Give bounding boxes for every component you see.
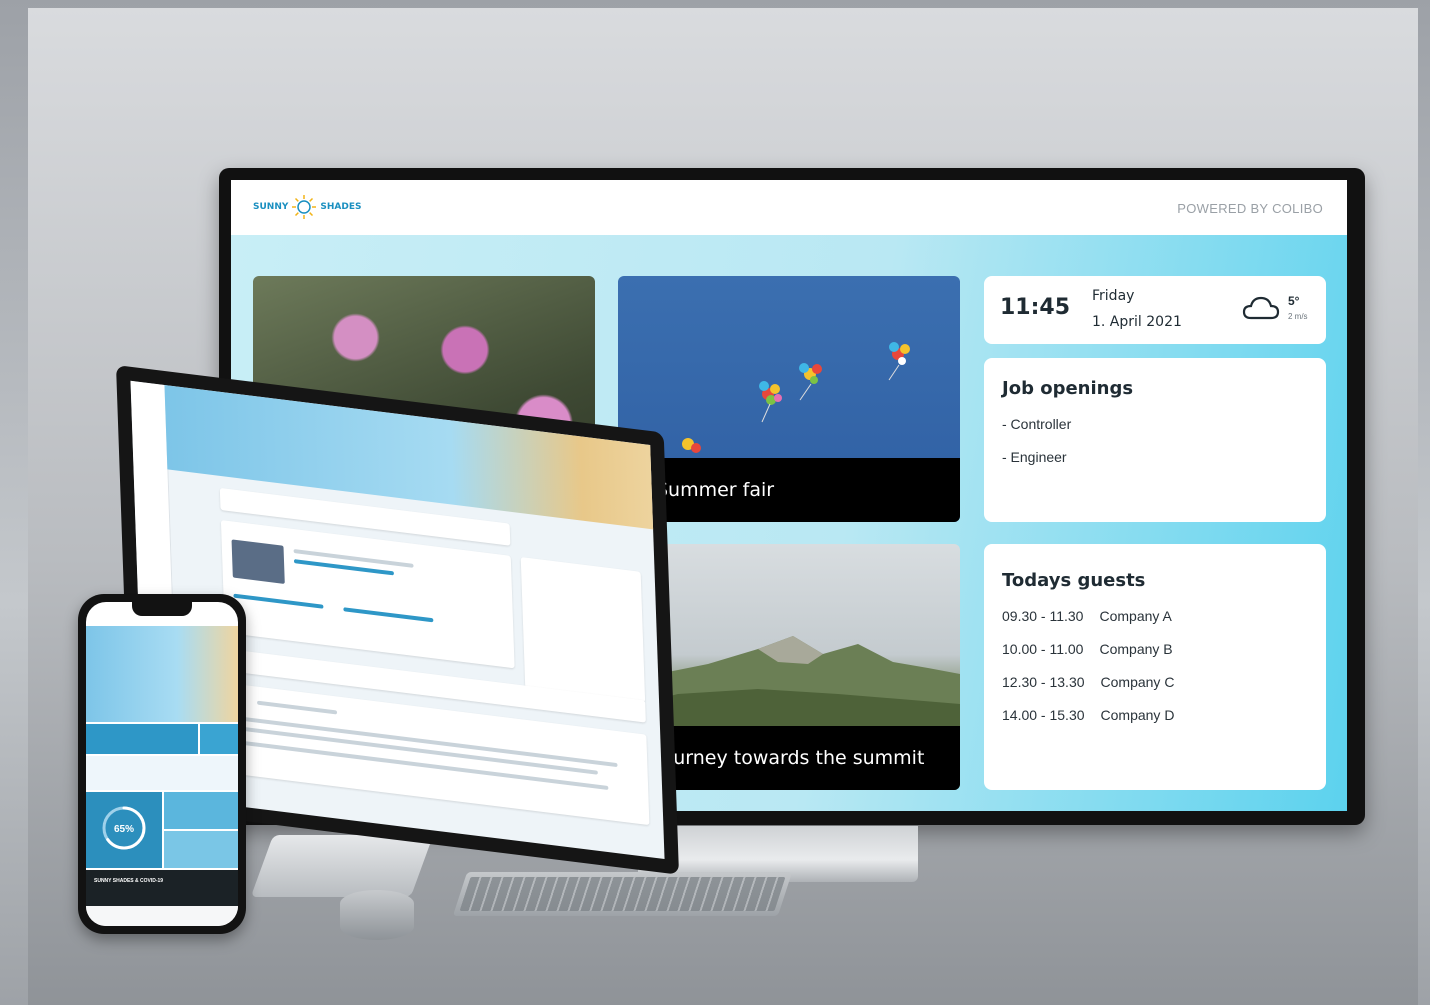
sunny-shades-logo: SUNNY SHADES [253,194,361,220]
clock-day: Friday [1092,288,1135,304]
job-openings-card: Job openings - Controller - Engineer [984,358,1326,522]
guest-row: 10.00 - 11.00 Company B [1002,641,1173,657]
job-item: - Controller [1002,416,1072,432]
todays-guests-card: Todays guests 09.30 - 11.30 Company A 10.… [984,544,1326,790]
guest-company: Company D [1100,707,1175,723]
phone-tile-a[interactable] [164,792,238,829]
guest-company: Company A [1099,608,1172,624]
guest-time: 09.30 - 11.30 [1002,608,1084,624]
phone-shortcuts [86,756,238,790]
logo-text-left: SUNNY [253,202,289,212]
tile-caption: Summer fair [618,458,960,522]
phone-screen: 65% SUNNY SHADES & COVID-19 [86,602,238,926]
smartphone: 65% SUNNY SHADES & COVID-19 [78,594,246,934]
guest-company: Company C [1100,674,1175,690]
guest-time: 10.00 - 11.00 [1002,641,1084,657]
clock-date: 1. April 2021 [1092,314,1182,330]
summer-fair-tile: Summer fair [618,276,960,522]
guest-row: 12.30 - 13.30 Company C [1002,674,1174,690]
phone-profile-tile[interactable] [86,724,198,754]
guest-row: 14.00 - 15.30 Company D [1002,707,1174,723]
wind-speed: 2 m/s [1288,312,1308,321]
progress-label: 65% [114,824,134,835]
progress-ring: 65% [102,806,146,850]
job-item: - Engineer [1002,449,1067,465]
intranet-stats-block [520,557,646,703]
post-line [257,700,338,715]
keyboard [452,872,793,916]
powered-by-label: POWERED BY COLIBO [1177,201,1323,216]
guest-time: 12.30 - 13.30 [1002,674,1085,690]
clock-weather-card: 11:45 Friday 1. April 2021 5° 2 m/s [984,276,1326,344]
guest-time: 14.00 - 15.30 [1002,707,1085,723]
phone-bottom-nav[interactable] [86,906,238,926]
phone-tile-b[interactable] [164,831,238,868]
logo-text-right: SHADES [320,202,362,212]
infoscreen-header: SUNNY SHADES POWERED BY COLIBO [231,180,1347,235]
phone-calendar-tile[interactable] [200,724,238,754]
phone-progress-tile[interactable]: 65% [86,792,162,868]
phone-hero [86,626,238,722]
balloons-image [682,342,910,453]
guest-company: Company B [1099,641,1173,657]
intranet-news-block [220,520,515,669]
temperature: 5° [1288,294,1300,308]
news-thumbnail [231,539,285,584]
news-line [343,607,434,623]
dial-puck [340,890,414,940]
clock-time: 11:45 [1000,295,1071,320]
tablet-base [250,835,434,897]
news-line [233,593,324,609]
guests-title: Todays guests [1002,570,1146,591]
keyboard-keys [459,877,786,911]
phone-banner[interactable]: SUNNY SHADES & COVID-19 [86,870,238,906]
guest-row: 09.30 - 11.30 Company A [1002,608,1172,624]
job-openings-title: Job openings [1002,378,1134,399]
phone-banner-text: SUNNY SHADES & COVID-19 [94,878,164,884]
post-line [237,716,618,768]
phone-notch [132,602,192,616]
sun-icon [292,195,317,219]
cloud-icon [1242,296,1280,320]
